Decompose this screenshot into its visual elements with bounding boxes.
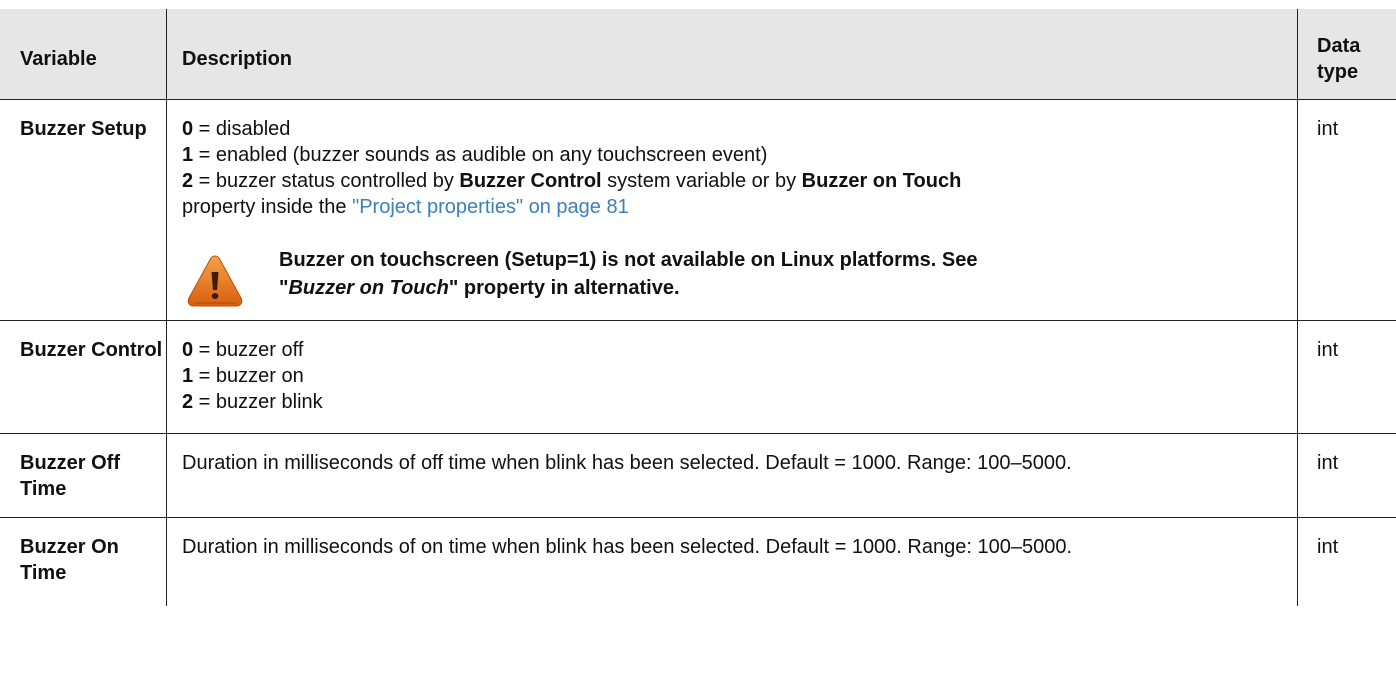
description-line: 2 = buzzer blink (182, 391, 323, 413)
description-line: 0 = disabled (182, 118, 291, 140)
description-cell: 0 = buzzer off 1 = buzzer on 2 = buzzer … (167, 321, 1298, 433)
table-row: Buzzer Setup 0 = disabled 1 = enabled (b… (0, 100, 1396, 321)
description-line: 0 = buzzer off (182, 339, 304, 361)
data-type-cell: int (1317, 452, 1339, 474)
description-line: property inside the "Project properties"… (182, 196, 629, 218)
table-row: Buzzer Off Time Duration in milliseconds… (0, 434, 1396, 518)
table-header-row: Variable Description Data type (0, 9, 1396, 100)
description-line: 1 = buzzer on (182, 365, 304, 387)
table-row: Buzzer On Time Duration in milliseconds … (0, 518, 1396, 606)
description-line: 1 = enabled (buzzer sounds as audible on… (182, 144, 768, 166)
variable-name: Buzzer On Time (0, 518, 167, 606)
table-row: Buzzer Control 0 = buzzer off 1 = buzzer… (0, 321, 1396, 434)
variable-name: Buzzer Setup (0, 100, 167, 320)
warning-icon (187, 255, 243, 307)
data-type-cell: int (1317, 118, 1339, 140)
description-line: 2 = buzzer status controlled by Buzzer C… (182, 170, 962, 192)
variable-name: Buzzer Off Time (0, 434, 167, 517)
description-cell: 0 = disabled 1 = enabled (buzzer sounds … (167, 100, 1298, 320)
description-text: Duration in milliseconds of off time whe… (182, 452, 1072, 474)
variable-name: Buzzer Control (0, 321, 167, 433)
warning-note: Buzzer on touchscreen (Setup=1) is not a… (182, 236, 1297, 310)
header-data-type: Data type (1317, 35, 1361, 83)
project-properties-link[interactable]: "Project properties" on page 81 (352, 196, 629, 218)
header-description: Description (167, 9, 1298, 99)
description-text: Duration in milliseconds of on time when… (182, 536, 1073, 558)
system-variables-table: Variable Description Data type Buzzer Se… (0, 9, 1396, 606)
header-variable: Variable (0, 9, 167, 99)
data-type-cell: int (1317, 339, 1339, 361)
data-type-cell: int (1317, 536, 1339, 558)
description-cell: Duration in milliseconds of off time whe… (167, 434, 1298, 517)
description-cell: Duration in milliseconds of on time when… (167, 518, 1298, 606)
